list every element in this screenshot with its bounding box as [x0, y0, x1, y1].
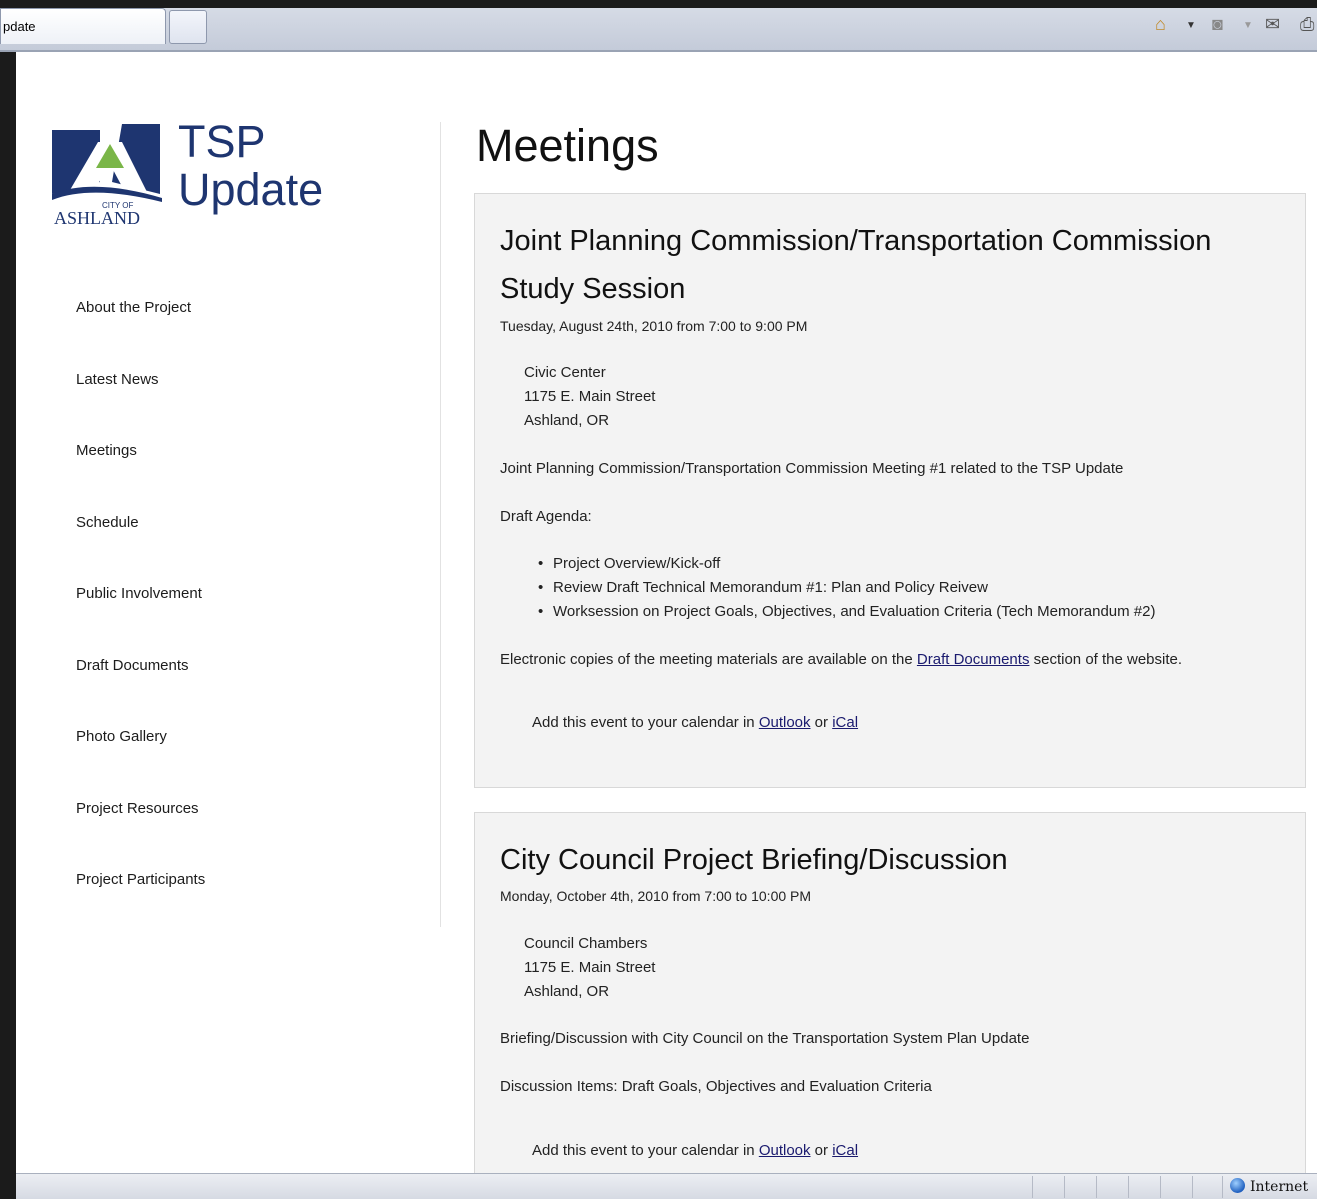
event-description: Briefing/Discussion with City Council on… [500, 1030, 1030, 1047]
event-address: Civic Center 1175 E. Main Street Ashland… [524, 361, 655, 433]
calendar-or: or [810, 1142, 833, 1159]
sidebar-item-project-resources[interactable]: Project Resources [76, 799, 205, 871]
status-divider [1160, 1176, 1161, 1198]
sidebar-item-draft-documents[interactable]: Draft Documents [76, 656, 205, 728]
calendar-line: Add this event to your calendar in Outlo… [532, 713, 858, 733]
page-title: Meetings [476, 120, 659, 171]
outlook-link[interactable]: Outlook [759, 1142, 811, 1159]
window-title-strip [0, 0, 1317, 8]
mail-icon[interactable]: ✉ [1265, 12, 1280, 36]
security-zone[interactable]: Internet [1230, 1177, 1308, 1197]
outlook-link[interactable]: Outlook [759, 714, 811, 731]
logo-city-name: ASHLAND [54, 208, 140, 228]
home-icon[interactable]: ⌂ [1155, 12, 1166, 36]
sidebar-item-photo-gallery[interactable]: Photo Gallery [76, 727, 205, 799]
ical-link[interactable]: iCal [832, 714, 858, 731]
globe-icon [1230, 1178, 1245, 1193]
site-title[interactable]: TSP Update [178, 118, 323, 214]
sidebar-item-schedule[interactable]: Schedule [76, 513, 205, 585]
address-line: 1175 E. Main Street [524, 388, 656, 405]
status-divider [1192, 1176, 1193, 1198]
draft-documents-link[interactable]: Draft Documents [917, 651, 1030, 668]
window-edge [0, 0, 16, 1199]
materials-prefix: Electronic copies of the meeting materia… [500, 651, 917, 668]
sidebar-item-meetings[interactable]: Meetings [76, 441, 205, 513]
calendar-line: Add this event to your calendar in Outlo… [532, 1141, 858, 1161]
event-card: City Council Project Briefing/Discussion… [474, 812, 1306, 1192]
sidebar-item-latest-news[interactable]: Latest News [76, 370, 205, 442]
agenda-list: Project Overview/Kick-off Review Draft T… [538, 552, 1155, 624]
zone-label: Internet [1250, 1179, 1309, 1195]
agenda-item: Project Overview/Kick-off [538, 552, 1155, 576]
address-line: Civic Center [524, 364, 606, 381]
sidebar-item-public-involvement[interactable]: Public Involvement [76, 584, 205, 656]
ical-link[interactable]: iCal [832, 1142, 858, 1159]
event-address: Council Chambers 1175 E. Main Street Ash… [524, 932, 655, 1004]
chevron-down-icon[interactable]: ▼ [1186, 14, 1196, 38]
status-divider [1222, 1176, 1223, 1198]
address-line: Ashland, OR [524, 412, 610, 429]
address-line: Ashland, OR [524, 983, 610, 1000]
event-date: Tuesday, August 24th, 2010 from 7:00 to … [500, 318, 808, 334]
address-line: 1175 E. Main Street [524, 959, 656, 976]
materials-note: Electronic copies of the meeting materia… [500, 650, 1182, 670]
status-divider [1064, 1176, 1065, 1198]
sidebar-nav: About the Project Latest News Meetings S… [76, 298, 205, 942]
print-icon[interactable]: ⎙ [1300, 12, 1314, 36]
event-description: Joint Planning Commission/Transportation… [500, 460, 1124, 477]
status-divider [1128, 1176, 1129, 1198]
site-title-line1: TSP [178, 116, 266, 167]
agenda-label: Draft Agenda: [500, 508, 592, 525]
event-title: City Council Project Briefing/Discussion [500, 844, 1008, 876]
agenda-item: Review Draft Technical Memorandum #1: Pl… [538, 576, 1155, 600]
agenda-item: Worksession on Project Goals, Objectives… [538, 600, 1155, 624]
sidebar-item-about[interactable]: About the Project [76, 298, 205, 370]
new-tab-button[interactable] [169, 10, 207, 44]
discussion-items: Discussion Items: Draft Goals, Objective… [500, 1078, 932, 1095]
address-line: Council Chambers [524, 935, 648, 952]
calendar-prefix: Add this event to your calendar in [532, 1142, 759, 1159]
browser-tab[interactable]: pdate [0, 8, 166, 44]
event-card: Joint Planning Commission/Transportation… [474, 193, 1306, 788]
chevron-down-icon[interactable]: ▼ [1243, 14, 1253, 38]
sidebar-item-project-participants[interactable]: Project Participants [76, 870, 205, 942]
site-title-line2: Update [178, 164, 324, 215]
status-divider [1032, 1176, 1033, 1198]
feeds-icon[interactable]: ◙ [1212, 12, 1223, 36]
calendar-or: or [810, 714, 833, 731]
browser-tab-bar: pdate ⌂ ▼ ◙ ▼ ✉ ⎙ [0, 0, 1317, 52]
event-title: Joint Planning Commission/Transportation… [500, 225, 1212, 305]
status-bar: Internet [16, 1173, 1317, 1199]
calendar-prefix: Add this event to your calendar in [532, 714, 759, 731]
event-date: Monday, October 4th, 2010 from 7:00 to 1… [500, 888, 812, 904]
status-divider [1096, 1176, 1097, 1198]
city-logo[interactable]: CITY OF ASHLAND [52, 122, 172, 230]
sidebar-divider [440, 122, 441, 927]
materials-suffix: section of the website. [1029, 651, 1183, 668]
